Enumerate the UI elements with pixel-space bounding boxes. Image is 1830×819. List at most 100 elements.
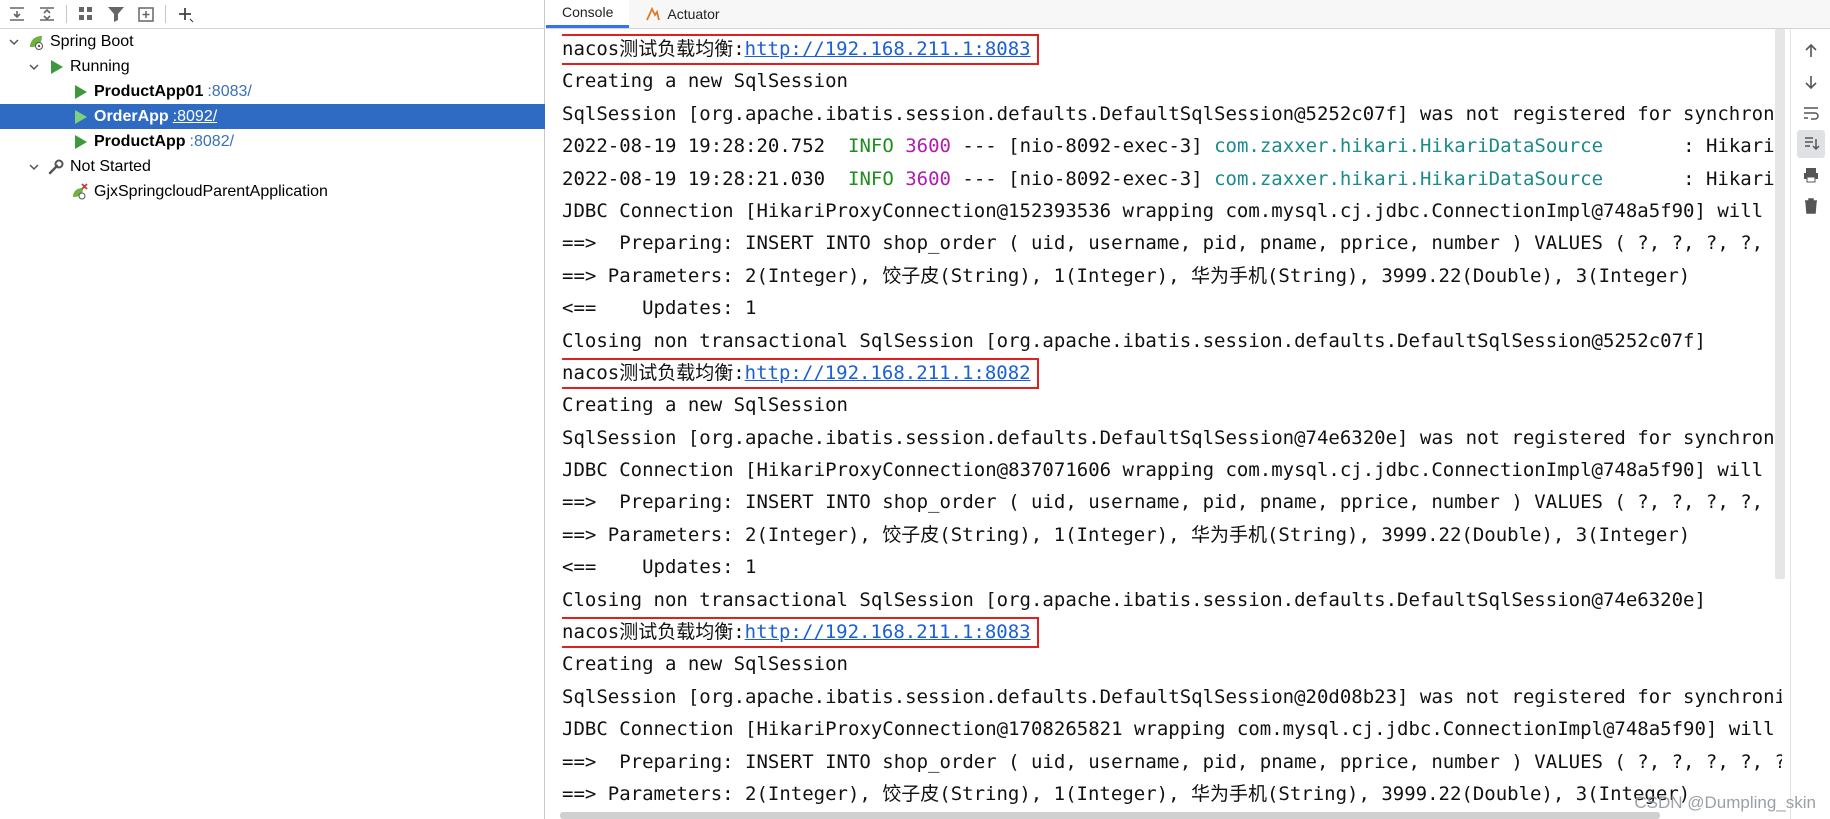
console-line: nacos测试负载均衡:http://192.168.211.1:8082 bbox=[562, 357, 1782, 389]
add-icon[interactable] bbox=[170, 1, 200, 27]
log-text: Closing non transactional SqlSession [or… bbox=[562, 329, 1706, 352]
console-line: ==> Parameters: 2(Integer), 饺子皮(String),… bbox=[562, 260, 1782, 292]
console-line: nacos测试负载均衡:http://192.168.211.1:8083 bbox=[562, 33, 1782, 65]
toolbar-divider bbox=[165, 5, 166, 23]
tree-item-productapp01[interactable]: ProductApp01 :8083/ bbox=[0, 79, 545, 104]
log-text: SqlSession [org.apache.ibatis.session.de… bbox=[562, 685, 1782, 708]
print-icon[interactable] bbox=[1797, 161, 1825, 189]
app-name: ProductApp01 bbox=[94, 83, 204, 100]
tree-item-productapp[interactable]: ProductApp :8082/ bbox=[0, 129, 545, 154]
log-class: com.zaxxer.hikari.HikariDataSource bbox=[1214, 135, 1604, 158]
chevron-down-icon[interactable] bbox=[26, 59, 42, 75]
actuator-icon bbox=[645, 6, 661, 22]
log-timestamp: 2022-08-19 19:28:20.752 bbox=[562, 135, 826, 158]
services-tree: Spring Boot Running ProductApp01 :8083/ … bbox=[0, 29, 545, 204]
log-text: <== Updates: 1 bbox=[562, 556, 757, 579]
tree-item-orderapp[interactable]: OrderApp :8092/ bbox=[0, 104, 545, 129]
app-name: ProductApp bbox=[94, 133, 186, 150]
console-output[interactable]: nacos测试负载均衡:http://192.168.211.1:8083 Cre… bbox=[546, 29, 1782, 819]
app-name: GjxSpringcloudParentApplication bbox=[94, 183, 328, 200]
highlight-box: nacos测试负载均衡:http://192.168.211.1:8082 bbox=[562, 357, 1039, 389]
run-tool-tabs: Console Actuator bbox=[546, 0, 1830, 29]
log-pid: 3600 bbox=[905, 167, 951, 190]
nacos-prefix: nacos测试负载均衡: bbox=[562, 38, 745, 60]
console-line: 2022-08-19 19:28:21.030 INFO 3600 --- [n… bbox=[562, 163, 1782, 195]
console-line: <== Updates: 1 bbox=[562, 551, 1782, 583]
watermark: CSDN @Dumpling_skin bbox=[1634, 793, 1816, 812]
expand-all-icon[interactable] bbox=[2, 1, 32, 27]
new-config-icon[interactable] bbox=[131, 1, 161, 27]
console-line: JDBC Connection [HikariProxyConnection@1… bbox=[562, 713, 1782, 745]
trash-icon[interactable] bbox=[1797, 192, 1825, 220]
vertical-scrollbar[interactable] bbox=[1775, 29, 1785, 579]
highlight-box: nacos测试负载均衡:http://192.168.211.1:8083 bbox=[562, 34, 1039, 65]
tree-item-gjxspringcloudparentapplication[interactable]: GjxSpringcloudParentApplication bbox=[0, 179, 545, 204]
log-message: : HikariPool-1 bbox=[1683, 167, 1782, 190]
console-line: ==> Preparing: INSERT INTO shop_order ( … bbox=[562, 486, 1782, 518]
run-icon bbox=[70, 132, 90, 152]
console-line: nacos测试负载均衡:http://192.168.211.1:8083 bbox=[562, 616, 1782, 649]
sql-parameters: ==> Parameters: 2(Integer), 饺子皮(String),… bbox=[562, 264, 1691, 287]
toolbar-divider bbox=[66, 5, 67, 23]
collapse-all-icon[interactable] bbox=[32, 1, 62, 27]
log-text: SqlSession [org.apache.ibatis.session.de… bbox=[562, 102, 1782, 125]
log-class: com.zaxxer.hikari.HikariDataSource bbox=[1214, 167, 1604, 190]
horizontal-scrollbar[interactable] bbox=[560, 812, 1660, 819]
url-link[interactable]: http://192.168.211.1:8083 bbox=[745, 38, 1031, 60]
app-port-link[interactable]: :8082/ bbox=[190, 129, 234, 154]
tab-console[interactable]: Console bbox=[546, 0, 630, 28]
chevron-down-icon[interactable] bbox=[6, 34, 22, 50]
highlight-box: nacos测试负载均衡:http://192.168.211.1:8083 bbox=[562, 617, 1039, 649]
log-timestamp: 2022-08-19 19:28:21.030 bbox=[562, 167, 826, 190]
nacos-prefix: nacos测试负载均衡: bbox=[562, 621, 745, 644]
app-port-link[interactable]: :8092/ bbox=[173, 104, 217, 129]
console-line: 2022-08-19 19:28:20.752 INFO 3600 --- [n… bbox=[562, 130, 1782, 162]
log-text: JDBC Connection [HikariProxyConnection@1… bbox=[562, 199, 1782, 222]
log-text: Creating a new SqlSession bbox=[562, 70, 848, 93]
tree-node-label: Running bbox=[70, 58, 130, 75]
arrow-down-icon[interactable] bbox=[1797, 68, 1825, 96]
log-text: JDBC Connection [HikariProxyConnection@1… bbox=[562, 718, 1782, 741]
tree-node-not-started[interactable]: Not Started bbox=[0, 154, 545, 179]
console-line: Closing non transactional SqlSession [or… bbox=[562, 325, 1782, 357]
log-text: Creating a new SqlSession bbox=[562, 394, 848, 417]
tree-node-spring-boot[interactable]: Spring Boot bbox=[0, 29, 545, 54]
scroll-to-end-icon[interactable] bbox=[1796, 130, 1825, 158]
console-line: ==> Parameters: 2(Integer), 饺子皮(String),… bbox=[562, 519, 1782, 551]
log-message: : HikariPool-1 bbox=[1683, 135, 1782, 158]
console-line: JDBC Connection [HikariProxyConnection@1… bbox=[562, 195, 1782, 227]
chevron-down-icon[interactable] bbox=[26, 159, 42, 175]
tree-node-label: Not Started bbox=[70, 158, 151, 175]
sql-parameters: ==> Parameters: 2(Integer), 饺子皮(String),… bbox=[562, 523, 1691, 546]
console-line: ==> Parameters: 2(Integer), 饺子皮(String),… bbox=[562, 778, 1782, 810]
console-line: SqlSession [org.apache.ibatis.session.de… bbox=[562, 422, 1782, 454]
console-line: <== Updates: 1 bbox=[562, 292, 1782, 324]
run-icon bbox=[70, 107, 90, 127]
log-level: INFO bbox=[848, 135, 894, 158]
soft-wrap-icon[interactable] bbox=[1797, 99, 1825, 127]
tree-node-running[interactable]: Running bbox=[0, 54, 545, 79]
console-line: Closing non transactional SqlSession [or… bbox=[562, 584, 1782, 616]
console-line: Creating a new SqlSession bbox=[562, 65, 1782, 97]
services-tree-panel: Spring Boot Running ProductApp01 :8083/ … bbox=[0, 0, 545, 819]
url-link[interactable]: http://192.168.211.1:8083 bbox=[745, 621, 1031, 643]
log-text: ==> Preparing: INSERT INTO shop_order ( … bbox=[562, 750, 1782, 773]
url-link[interactable]: http://192.168.211.1:8082 bbox=[745, 362, 1031, 384]
console-line: ==> Preparing: INSERT INTO shop_order ( … bbox=[562, 227, 1782, 259]
arrow-up-icon[interactable] bbox=[1797, 37, 1825, 65]
console-line: JDBC Connection [HikariProxyConnection@8… bbox=[562, 454, 1782, 486]
run-icon bbox=[46, 57, 66, 77]
filter-icon[interactable] bbox=[101, 1, 131, 27]
tab-actuator[interactable]: Actuator bbox=[629, 0, 735, 28]
group-icon[interactable] bbox=[71, 1, 101, 27]
console-line: ==> Preparing: INSERT INTO shop_order ( … bbox=[562, 746, 1782, 778]
log-level: INFO bbox=[848, 167, 894, 190]
nacos-prefix: nacos测试负载均衡: bbox=[562, 361, 745, 384]
spring-boot-icon bbox=[26, 32, 46, 52]
console-lines: nacos测试负载均衡:http://192.168.211.1:8083 Cre… bbox=[562, 33, 1782, 810]
app-port-link[interactable]: :8083/ bbox=[207, 79, 251, 104]
tab-label: Actuator bbox=[667, 5, 720, 22]
